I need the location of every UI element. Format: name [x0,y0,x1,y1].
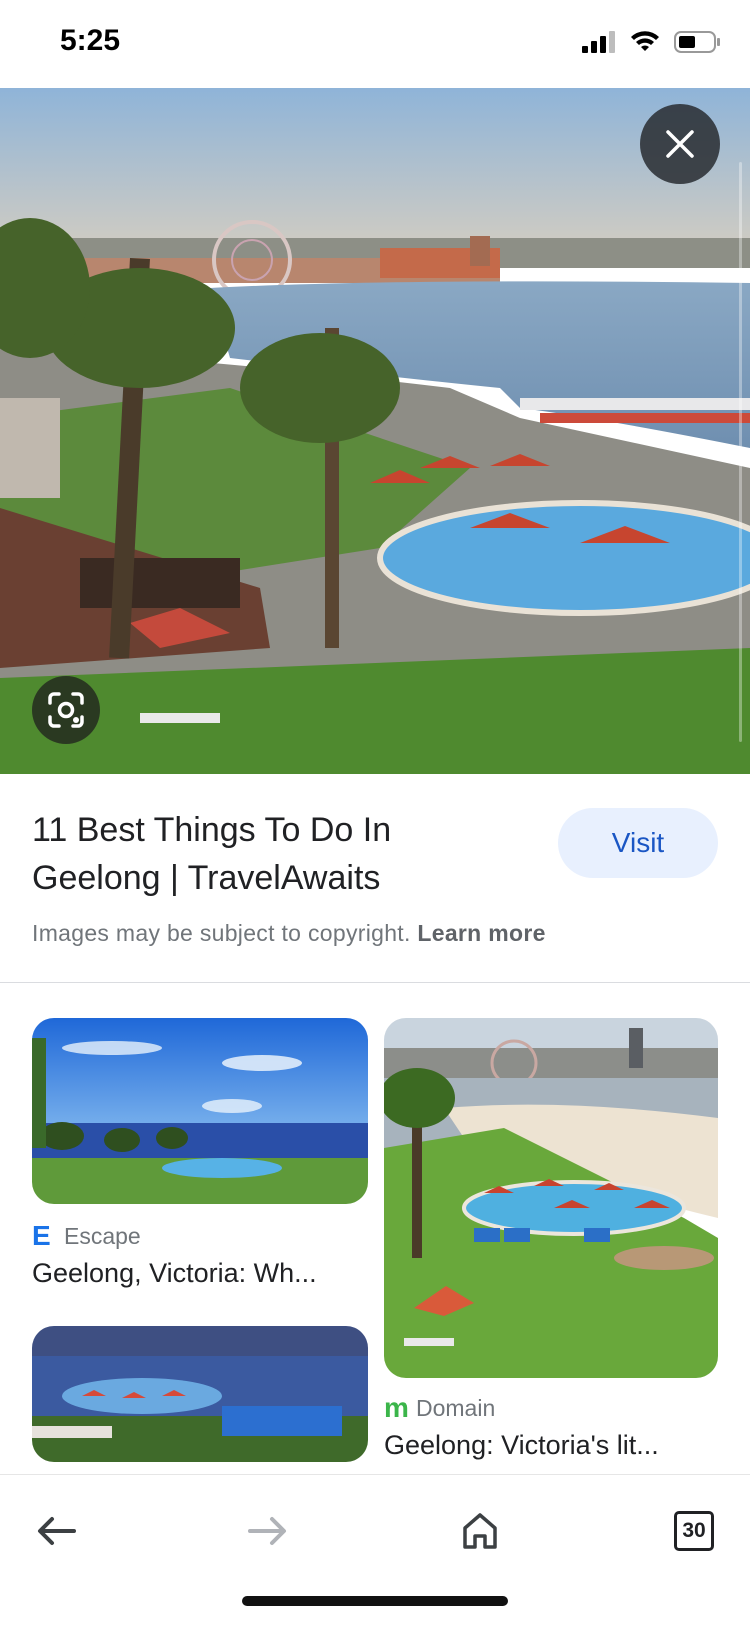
related-image-domain[interactable] [384,1018,718,1378]
back-button[interactable] [26,1501,86,1561]
status-bar: 5:25 [0,0,750,88]
divider [0,982,750,983]
source-name: Domain [416,1394,496,1421]
back-arrow-icon [38,1517,76,1545]
related-title-domain[interactable]: Geelong: Victoria's lit... [384,1430,659,1461]
domain-logo-icon: m [384,1392,409,1423]
copyright-text: Images may be subject to copyright. [32,920,411,946]
related-image-escape[interactable] [32,1018,368,1204]
preview-title[interactable]: 11 Best Things To Do In Geelong | Travel… [32,806,452,902]
related-source-domain: m Domain [384,1392,495,1424]
home-button[interactable] [450,1501,510,1561]
preview-image[interactable] [0,88,750,774]
battery-icon [674,31,720,53]
tabs-icon: 30 [674,1511,714,1551]
close-icon [666,130,694,158]
home-indicator[interactable] [242,1596,508,1606]
lens-icon [48,692,84,728]
related-source-escape: E Escape [32,1220,141,1252]
source-name: Escape [64,1222,141,1249]
forward-button[interactable] [238,1501,298,1561]
image-scrollbar[interactable] [739,162,742,742]
signal-icon [582,31,615,53]
forward-arrow-icon [248,1517,286,1545]
visit-button[interactable]: Visit [558,808,718,878]
lens-button[interactable] [32,676,100,744]
tabs-button[interactable]: 30 [664,1501,724,1561]
home-icon [463,1513,497,1549]
status-icons [582,30,722,54]
close-button[interactable] [640,104,720,184]
wifi-icon [631,31,659,51]
escape-logo-icon: E [32,1220,51,1251]
learn-more-link[interactable]: Learn more [417,920,545,946]
related-image-night[interactable] [32,1326,368,1462]
related-title-escape[interactable]: Geelong, Victoria: Wh... [32,1258,317,1289]
copyright-notice: Images may be subject to copyright. Lear… [32,920,546,947]
status-time: 5:25 [60,24,121,57]
